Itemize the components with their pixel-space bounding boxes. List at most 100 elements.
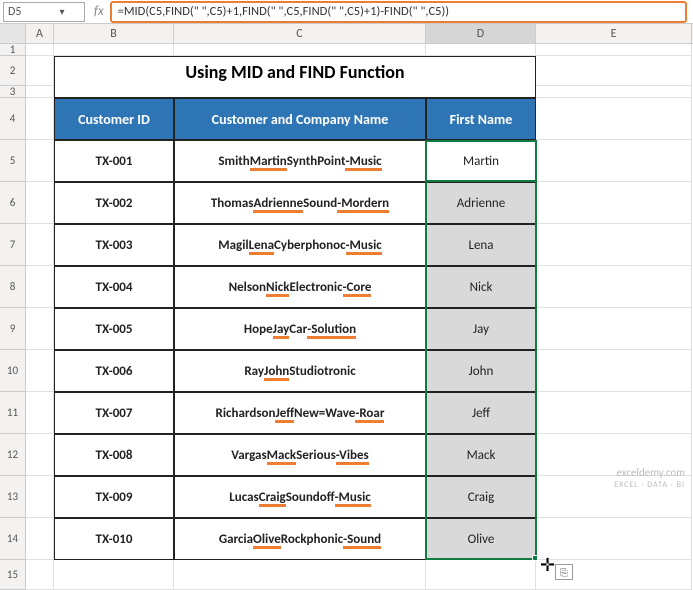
- row-header[interactable]: 2: [0, 56, 26, 86]
- row-header[interactable]: 11: [0, 392, 26, 434]
- cell[interactable]: [536, 98, 692, 140]
- header-first-name[interactable]: First Name: [426, 98, 536, 140]
- cell-first-name[interactable]: Jeff: [426, 392, 536, 434]
- cell-first-name[interactable]: Olive: [426, 518, 536, 560]
- cell[interactable]: [26, 308, 54, 350]
- col-header-C[interactable]: C: [174, 24, 426, 43]
- header-customer-id[interactable]: Customer ID: [54, 98, 174, 140]
- cell-first-name[interactable]: Jay: [426, 308, 536, 350]
- row-header[interactable]: 3: [0, 86, 26, 98]
- cell-customer-company[interactable]: Ray John Studiotronic: [174, 350, 426, 392]
- cell-customer-company[interactable]: Smith Martin SynthPoint-Music: [174, 140, 426, 182]
- cell-customer-id[interactable]: TX-005: [54, 308, 174, 350]
- cell-customer-id[interactable]: TX-002: [54, 182, 174, 224]
- cell[interactable]: [26, 434, 54, 476]
- row-header[interactable]: 12: [0, 434, 26, 476]
- cell-customer-company[interactable]: Hope Jay Car-Solution: [174, 308, 426, 350]
- formula-bar: D5 ▾ fx =MID(C5,FIND(" ",C5)+1,FIND(" ",…: [0, 0, 693, 24]
- cell-first-name[interactable]: John: [426, 350, 536, 392]
- cell[interactable]: [54, 44, 174, 56]
- cell-first-name[interactable]: Adrienne: [426, 182, 536, 224]
- column-headers: A B C D E: [0, 24, 693, 44]
- cell[interactable]: [26, 476, 54, 518]
- cell[interactable]: [26, 140, 54, 182]
- cell[interactable]: [26, 392, 54, 434]
- cell-customer-id[interactable]: TX-001: [54, 140, 174, 182]
- cell[interactable]: [536, 140, 692, 182]
- cell[interactable]: [174, 44, 426, 56]
- cell[interactable]: [426, 560, 536, 590]
- cell[interactable]: [426, 44, 536, 56]
- row-header[interactable]: 10: [0, 350, 26, 392]
- cell[interactable]: [536, 392, 692, 434]
- formula-text: =MID(C5,FIND(" ",C5)+1,FIND(" ",C5,FIND(…: [118, 4, 449, 19]
- cell-customer-company[interactable]: Nelson Nick Electronic-Core: [174, 266, 426, 308]
- cell[interactable]: [26, 224, 54, 266]
- cell[interactable]: [536, 266, 692, 308]
- name-box[interactable]: D5 ▾: [3, 2, 85, 22]
- cell[interactable]: [26, 518, 54, 560]
- cell[interactable]: [26, 182, 54, 224]
- fx-icon[interactable]: fx: [88, 4, 110, 19]
- name-box-value: D5: [8, 5, 44, 19]
- row-header[interactable]: 14: [0, 518, 26, 560]
- col-header-D[interactable]: D: [426, 24, 536, 43]
- cell-customer-company[interactable]: Garcia Olive Rockphonic-Sound: [174, 518, 426, 560]
- cell-first-name[interactable]: Nick: [426, 266, 536, 308]
- col-header-B[interactable]: B: [54, 24, 174, 43]
- cell[interactable]: [536, 182, 692, 224]
- cell[interactable]: [26, 560, 54, 590]
- spreadsheet-grid: A B C D E 12 Using MID and FIND Function 3…: [0, 24, 693, 590]
- row-header[interactable]: 1: [0, 44, 26, 56]
- cell[interactable]: [26, 350, 54, 392]
- row-header[interactable]: 4: [0, 98, 26, 140]
- cell-customer-company[interactable]: Magil Lena Cyberphonoc-Music: [174, 224, 426, 266]
- cell-customer-id[interactable]: TX-010: [54, 518, 174, 560]
- autofill-options-icon[interactable]: ⎘: [555, 564, 573, 580]
- cell[interactable]: [536, 44, 692, 56]
- cell-customer-company[interactable]: Richardson Jeff New=Wave-Roar: [174, 392, 426, 434]
- cell[interactable]: [536, 350, 692, 392]
- cell-first-name[interactable]: Mack: [426, 434, 536, 476]
- cell-customer-id[interactable]: TX-006: [54, 350, 174, 392]
- cell[interactable]: [536, 56, 692, 86]
- cell-customer-company[interactable]: Vargas Mack Serious-Vibes: [174, 434, 426, 476]
- row-header[interactable]: 13: [0, 476, 26, 518]
- select-all-corner[interactable]: [0, 24, 26, 43]
- cell[interactable]: [536, 308, 692, 350]
- cell[interactable]: [26, 266, 54, 308]
- formula-input[interactable]: =MID(C5,FIND(" ",C5)+1,FIND(" ",C5,FIND(…: [110, 1, 687, 23]
- row-header[interactable]: 15: [0, 560, 26, 590]
- cell[interactable]: [26, 98, 54, 140]
- cell[interactable]: [26, 44, 54, 56]
- cell-customer-id[interactable]: TX-007: [54, 392, 174, 434]
- cell-customer-id[interactable]: TX-004: [54, 266, 174, 308]
- cell[interactable]: [536, 518, 692, 560]
- title-cell[interactable]: Using MID and FIND Function: [54, 56, 536, 86]
- cell-customer-id[interactable]: TX-003: [54, 224, 174, 266]
- cell[interactable]: [536, 86, 692, 98]
- cell[interactable]: [536, 224, 692, 266]
- cell[interactable]: [26, 86, 54, 98]
- row-header[interactable]: 5: [0, 140, 26, 182]
- header-customer-company[interactable]: Customer and Company Name: [174, 98, 426, 140]
- row-header[interactable]: 8: [0, 266, 26, 308]
- title-cell[interactable]: [54, 86, 536, 98]
- cell[interactable]: [26, 56, 54, 86]
- cell-customer-id[interactable]: TX-009: [54, 476, 174, 518]
- cell-first-name[interactable]: Craig: [426, 476, 536, 518]
- name-box-dropdown-icon[interactable]: ▾: [44, 5, 80, 18]
- cell-first-name[interactable]: Lena: [426, 224, 536, 266]
- row-header[interactable]: 9: [0, 308, 26, 350]
- cell-customer-company[interactable]: Thomas Adrienne Sound-Mordern: [174, 182, 426, 224]
- cell[interactable]: [54, 560, 174, 590]
- cell-customer-company[interactable]: Lucas Craig Soundoff-Music: [174, 476, 426, 518]
- row-header[interactable]: 6: [0, 182, 26, 224]
- col-header-E[interactable]: E: [536, 24, 692, 43]
- col-header-A[interactable]: A: [26, 24, 54, 43]
- cell-customer-id[interactable]: TX-008: [54, 434, 174, 476]
- watermark: exceldemy.com EXCEL · DATA · BI: [614, 467, 685, 491]
- row-header[interactable]: 7: [0, 224, 26, 266]
- cell[interactable]: [174, 560, 426, 590]
- cell-first-name[interactable]: Martin: [426, 140, 536, 182]
